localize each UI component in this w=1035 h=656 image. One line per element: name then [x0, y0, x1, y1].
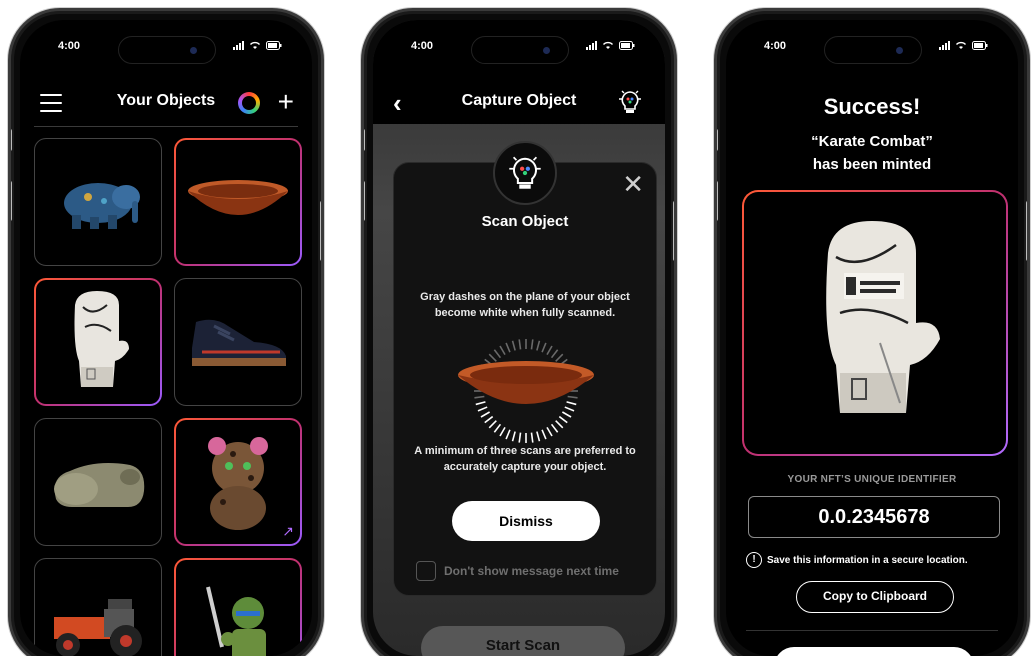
- object-tile-bowl[interactable]: [174, 138, 302, 266]
- success-heading: Success!: [823, 94, 921, 119]
- side-button: [320, 201, 321, 261]
- profile-badge-icon[interactable]: [238, 92, 260, 114]
- elephant-icon: [35, 139, 161, 265]
- object-tile-figure[interactable]: [174, 558, 302, 656]
- object-tile-plush[interactable]: ↗: [174, 418, 302, 546]
- status-bar: 4:00: [726, 36, 1018, 64]
- info-icon: !: [746, 552, 762, 568]
- dont-show-checkbox[interactable]: [416, 561, 436, 581]
- nft-identifier-field[interactable]: 0.0.2345678: [748, 496, 1000, 538]
- object-tile-glove[interactable]: [34, 278, 162, 406]
- glove-icon: [36, 280, 160, 404]
- start-scan-button[interactable]: Start Scan: [421, 626, 625, 656]
- screen: 4:00 ‹ Capture Object ✕ Scan Object Gray…: [373, 20, 665, 656]
- uid-label: YOUR NFT’S UNIQUE IDENTIFIER: [787, 474, 957, 485]
- add-object-icon[interactable]: +: [278, 84, 294, 120]
- expand-arrow-icon[interactable]: ↗: [282, 523, 294, 540]
- checkbox-label: Don't show message next time: [444, 564, 619, 578]
- wifi-icon: [250, 41, 260, 49]
- three-phone-mockup: 4:00 Your Objects + ↗ 4:00 ‹ Capture Obj…: [0, 0, 1035, 656]
- status-time: 4:00: [411, 40, 434, 52]
- modal-instruction-2: A minimum of three scans are preferred t…: [414, 445, 636, 473]
- battery-icon: [619, 40, 635, 50]
- status-time: 4:00: [764, 40, 787, 52]
- phone-success: 4:00 Success! “Karate Combat” has been m…: [714, 8, 1030, 656]
- status-bar: 4:00: [20, 36, 312, 64]
- close-icon[interactable]: ✕: [622, 169, 644, 200]
- screen: 4:00 Success! “Karate Combat” has been m…: [726, 20, 1018, 656]
- page-title: Your Objects: [116, 92, 216, 109]
- side-button: [11, 181, 12, 221]
- side-button: [11, 129, 12, 151]
- status-icons: [233, 40, 282, 50]
- phone-your-objects: 4:00 Your Objects + ↗: [8, 8, 324, 656]
- copy-to-clipboard-button[interactable]: Copy to Clipboard: [796, 581, 954, 613]
- hippo-icon: [35, 419, 161, 545]
- side-button: [364, 129, 365, 151]
- dynamic-island: [118, 36, 216, 64]
- dismiss-button[interactable]: Dismiss: [452, 501, 600, 541]
- lightbulb-icon: [493, 141, 557, 205]
- object-tile-sneaker[interactable]: [174, 278, 302, 406]
- status-icons: [939, 40, 988, 50]
- side-button: [1026, 201, 1027, 261]
- battery-icon: [266, 40, 282, 50]
- phone-capture-object: 4:00 ‹ Capture Object ✕ Scan Object Gray…: [361, 8, 677, 656]
- side-button: [717, 181, 718, 221]
- minted-status: has been minted: [812, 156, 932, 173]
- scan-progress-ring-icon: [458, 339, 594, 443]
- signal-icon: [586, 40, 597, 50]
- top-navbar: ‹ Capture Object: [373, 84, 665, 120]
- object-tile-elephant[interactable]: [34, 138, 162, 266]
- scan-object-modal: ✕ Scan Object Gray dashes on the plane o…: [393, 141, 657, 596]
- info-text: Save this information in a secure locati…: [767, 554, 968, 566]
- bowl-icon: [176, 140, 300, 264]
- side-button: [673, 201, 674, 261]
- glove-icon: [744, 192, 1006, 454]
- lightbulb-icon[interactable]: [617, 88, 643, 121]
- objects-grid: ↗: [34, 138, 304, 656]
- status-bar: 4:00: [373, 36, 665, 64]
- screen: 4:00 Your Objects + ↗: [20, 20, 312, 656]
- tractor-icon: [35, 559, 161, 656]
- wifi-icon: [603, 41, 613, 49]
- status-icons: [586, 40, 635, 50]
- signal-icon: [233, 40, 244, 50]
- dynamic-island: [824, 36, 922, 64]
- status-time: 4:00: [58, 40, 81, 52]
- side-button: [364, 181, 365, 221]
- nft-preview-card: [742, 190, 1008, 456]
- info-message: ! Save this information in a secure loca…: [746, 552, 1004, 568]
- figure-icon: [176, 560, 300, 656]
- dynamic-island: [471, 36, 569, 64]
- signal-icon: [939, 40, 950, 50]
- modal-title: Scan Object: [481, 213, 569, 230]
- battery-icon: [972, 40, 988, 50]
- modal-instruction-1: Gray dashes on the plane of your object …: [420, 291, 630, 319]
- divider: [746, 630, 998, 631]
- top-navbar: Your Objects +: [20, 84, 312, 120]
- sneaker-icon: [175, 279, 301, 405]
- divider: [34, 126, 298, 127]
- object-tile-hippo[interactable]: [34, 418, 162, 546]
- wifi-icon: [956, 41, 966, 49]
- minted-object-name: “Karate Combat”: [811, 133, 933, 150]
- minted-message: “Karate Combat” has been minted: [726, 130, 1018, 176]
- side-button: [717, 129, 718, 151]
- object-tile-tractor[interactable]: [34, 558, 162, 656]
- bottom-action-button[interactable]: [774, 647, 974, 656]
